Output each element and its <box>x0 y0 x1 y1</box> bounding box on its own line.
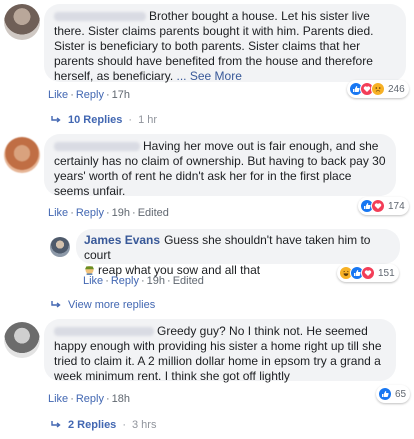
like-link[interactable]: Like <box>48 207 68 219</box>
reaction-count: 246 <box>388 83 405 95</box>
comment-actions: Like · Reply · 17h <box>48 89 131 101</box>
author-name[interactable]: James Evans <box>84 233 160 247</box>
replies-count-label[interactable]: 10 Replies <box>68 114 122 126</box>
reply-arrow-icon <box>51 301 61 308</box>
like-reaction-icon <box>378 387 392 401</box>
comment-actions: Like · Reply · 18h <box>48 393 131 405</box>
reactions-badge[interactable]: 151 <box>337 264 399 282</box>
like-link[interactable]: Like <box>48 393 68 405</box>
like-link[interactable]: Like <box>48 89 68 101</box>
reply-arrow-icon <box>51 116 61 123</box>
comment-bubble: Having her move out is fair enough, and … <box>44 134 396 198</box>
reactions-badge[interactable]: 65 <box>376 385 411 403</box>
view-more-replies-link[interactable]: View more replies <box>50 299 155 311</box>
reactions-badge[interactable]: 246 <box>347 80 409 98</box>
reply-arrow-icon <box>51 421 61 428</box>
reply-link[interactable]: Reply <box>76 89 104 101</box>
avatar[interactable] <box>4 137 40 173</box>
replies-count-label[interactable]: 2 Replies <box>68 419 116 431</box>
reply-link[interactable]: Reply <box>76 207 104 219</box>
replies-timestamp: 1 hr <box>138 114 158 126</box>
redacted-author-name <box>54 142 140 152</box>
reaction-count: 174 <box>388 200 405 212</box>
avatar[interactable] <box>4 322 40 358</box>
reaction-count: 151 <box>378 267 395 279</box>
redacted-author-name <box>54 12 146 22</box>
view-more-replies-label[interactable]: View more replies <box>68 299 155 311</box>
love-reaction-icon <box>371 199 385 213</box>
timestamp[interactable]: 17h <box>112 89 130 101</box>
like-link[interactable]: Like <box>83 275 103 287</box>
reactions-badge[interactable]: 174 <box>358 197 409 215</box>
timestamp[interactable]: 18h <box>112 393 130 405</box>
avatar[interactable] <box>4 4 40 40</box>
reply-link[interactable]: Reply <box>76 393 104 405</box>
avatar[interactable] <box>50 237 70 257</box>
sad-reaction-icon <box>371 82 385 96</box>
comment-bubble: Brother bought a house. Let his sister l… <box>44 4 406 83</box>
reply-bubble: James Evans Guess she shouldn't have take… <box>76 229 400 277</box>
replies-timestamp: 3 hrs <box>131 419 157 431</box>
timestamp[interactable]: 19h <box>147 275 165 287</box>
timestamp[interactable]: 19h <box>112 207 130 219</box>
reaction-count: 65 <box>395 388 407 400</box>
view-replies-link[interactable]: 10 Replies · 1 hr <box>50 114 157 126</box>
reply-link[interactable]: Reply <box>111 275 139 287</box>
view-replies-link[interactable]: 2 Replies · 3 hrs <box>50 419 156 431</box>
comment-actions: Like · Reply · 19h · Edited <box>83 275 204 287</box>
edited-label[interactable]: Edited <box>138 207 169 219</box>
farmer-emoji-icon <box>84 264 95 275</box>
redacted-author-name <box>54 327 154 337</box>
see-more-link[interactable]: ... See More <box>177 69 242 83</box>
comment-actions: Like · Reply · 19h · Edited <box>48 207 169 219</box>
comment-bubble: Greedy guy? No I think not. He seemed ha… <box>44 319 396 383</box>
edited-label[interactable]: Edited <box>173 275 204 287</box>
love-reaction-icon <box>361 266 375 280</box>
